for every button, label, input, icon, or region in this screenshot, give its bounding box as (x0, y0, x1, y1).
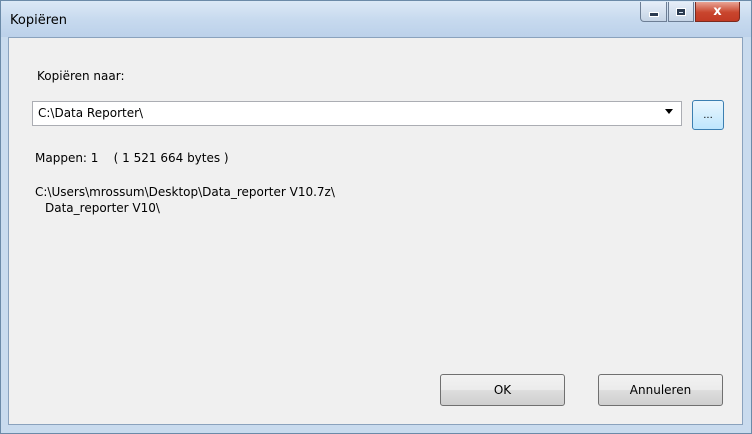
target-folder-combobox[interactable]: C:\Data Reporter\ (32, 101, 682, 126)
browse-button[interactable]: ... (692, 100, 724, 130)
window-title: Kopiëren (10, 13, 67, 28)
source-path-folder: Data_reporter V10\ (45, 201, 160, 215)
maximize-icon (676, 7, 686, 16)
minimize-icon (648, 12, 659, 17)
caption-buttons: x (640, 2, 740, 22)
cancel-button-label: Annuleren (629, 383, 692, 397)
copy-dialog: Kopiëren x Kopiëren naar: C:\Data Report… (0, 0, 752, 434)
ok-button-label: OK (493, 383, 512, 397)
maximize-button[interactable] (668, 2, 694, 22)
title-bar[interactable]: Kopiëren x (1, 1, 751, 37)
target-label: Kopiëren naar: (37, 69, 125, 83)
dialog-body: Kopiëren naar: C:\Data Reporter\ ... Map… (8, 37, 743, 425)
source-path-archive: C:\Users\mrossum\Desktop\Data_reporter V… (35, 185, 335, 199)
browse-button-label: ... (703, 110, 713, 121)
close-button[interactable]: x (695, 2, 740, 22)
dropdown-arrow-icon[interactable] (665, 109, 673, 114)
folder-count-text: Mappen: 1 ( 1 521 664 bytes ) (35, 151, 229, 165)
target-folder-value[interactable]: C:\Data Reporter\ (38, 106, 143, 120)
close-icon: x (713, 4, 722, 19)
ok-button[interactable]: OK (440, 374, 565, 406)
minimize-button[interactable] (640, 2, 667, 22)
cancel-button[interactable]: Annuleren (598, 374, 723, 406)
